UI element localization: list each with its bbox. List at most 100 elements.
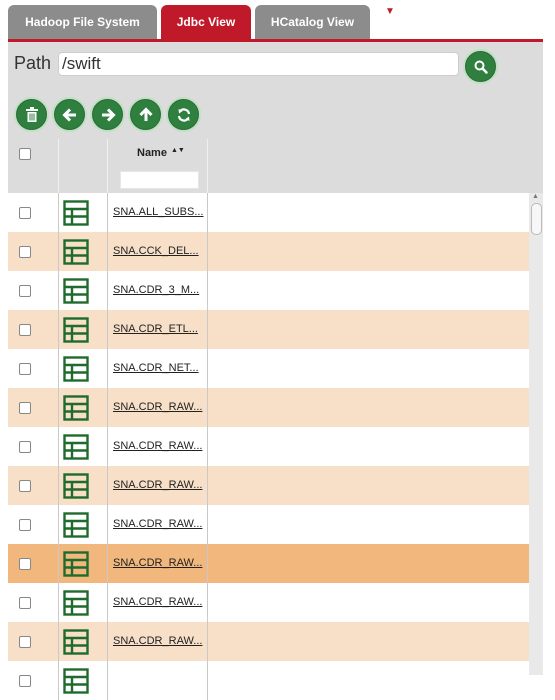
row-name-cell: SNA.CDR_RAW... (108, 583, 208, 622)
row-checkbox[interactable] (19, 441, 31, 453)
refresh-button[interactable] (166, 97, 201, 132)
table-name-link[interactable]: SNA.CDR_RAW... (113, 518, 205, 530)
table-header: Name ▲▼ (8, 139, 543, 193)
path-label: Path (14, 53, 52, 73)
row-name-cell: SNA.CDR_3_M... (108, 271, 208, 310)
row-icon-cell (58, 193, 108, 232)
sort-icon[interactable]: ▲▼ (171, 147, 185, 154)
table-icon (63, 239, 89, 265)
table-icon (63, 317, 89, 343)
row-icon-cell (58, 388, 108, 427)
row-checkbox[interactable] (19, 675, 31, 687)
table-row[interactable]: SNA.CDR_RAW... (8, 466, 529, 505)
row-checkbox-cell (8, 622, 59, 661)
search-icon (474, 60, 488, 74)
tab-hadoop-file-system[interactable]: Hadoop File System (8, 5, 157, 39)
delete-button[interactable] (14, 97, 49, 132)
table-name-link[interactable]: SNA.CDR_NET... (113, 362, 205, 374)
table-row[interactable]: SNA.ALL_SUBS... (8, 193, 529, 232)
row-checkbox-cell (8, 427, 59, 466)
table-icon (63, 356, 89, 382)
row-checkbox[interactable] (19, 480, 31, 492)
row-name-cell: SNA.ALL_SUBS... (108, 193, 208, 232)
row-icon-cell (58, 427, 108, 466)
tab-label: Hadoop File System (25, 15, 140, 29)
row-icon-cell (58, 466, 108, 505)
refresh-icon (177, 107, 190, 122)
row-checkbox[interactable] (19, 207, 31, 219)
row-name-cell: SNA.CDR_RAW... (108, 427, 208, 466)
tab-menu-dropdown-icon[interactable]: ▼ (385, 6, 395, 17)
tab-label: HCatalog View (270, 15, 355, 29)
table-name-link[interactable]: SNA.CDR_RAW... (113, 635, 205, 647)
forward-button[interactable] (90, 97, 125, 132)
table-icon (63, 668, 89, 694)
table-row[interactable]: SNA.CDR_RAW... (8, 583, 529, 622)
back-button[interactable] (52, 97, 87, 132)
row-checkbox[interactable] (19, 558, 31, 570)
table-icon (63, 278, 89, 304)
row-checkbox-cell (8, 349, 59, 388)
row-icon-cell (58, 622, 108, 661)
row-checkbox-cell (8, 505, 59, 544)
select-all-checkbox[interactable] (19, 148, 31, 160)
table-name-link[interactable]: SNA.ALL_SUBS... (113, 206, 205, 218)
row-checkbox[interactable] (19, 402, 31, 414)
table-name-link[interactable]: SNA.CDR_RAW... (113, 557, 205, 569)
table-icon (63, 512, 89, 538)
scrollbar-thumb[interactable] (531, 203, 542, 235)
table-row[interactable]: SNA.CDR_RAW... (8, 388, 529, 427)
table-icon (63, 434, 89, 460)
table-row[interactable]: SNA.CDR_RAW... (8, 544, 529, 583)
row-checkbox[interactable] (19, 519, 31, 531)
table-row[interactable]: SNA.CDR_RAW... (8, 622, 529, 661)
table-icon (63, 629, 89, 655)
name-filter-input[interactable] (120, 171, 199, 189)
trash-icon (25, 106, 38, 122)
row-checkbox-cell (8, 661, 59, 700)
table-name-link[interactable]: SNA.CDR_RAW... (113, 401, 205, 413)
row-icon-cell (58, 271, 108, 310)
row-checkbox[interactable] (19, 285, 31, 297)
row-name-cell: SNA.CCK_DEL... (108, 232, 208, 271)
row-checkbox[interactable] (19, 246, 31, 258)
row-checkbox-cell (8, 271, 59, 310)
table-icon (63, 551, 89, 577)
table-name-link[interactable]: SNA.CCK_DEL... (113, 245, 205, 257)
table-name-link[interactable]: SNA.CDR_RAW... (113, 440, 205, 452)
table-icon (63, 200, 89, 226)
row-checkbox[interactable] (19, 597, 31, 609)
up-button[interactable] (128, 97, 163, 132)
row-icon-cell (58, 544, 108, 583)
row-name-cell: SNA.CDR_RAW... (108, 505, 208, 544)
table-icon (63, 395, 89, 421)
table-name-link[interactable]: SNA.CDR_ETL... (113, 323, 205, 335)
table-row[interactable]: SNA.CDR_RAW... (8, 427, 529, 466)
row-icon-cell (58, 661, 108, 700)
table-name-link[interactable]: SNA.CDR_RAW... (113, 596, 205, 608)
table-row[interactable]: SNA.CDR_NET... (8, 349, 529, 388)
row-checkbox-cell (8, 232, 59, 271)
table-name-link[interactable]: SNA.CDR_RAW... (113, 479, 205, 491)
name-column-header[interactable]: Name (137, 147, 167, 159)
go-search-button[interactable] (463, 49, 498, 84)
table-row[interactable]: SNA.CDR_3_M... (8, 271, 529, 310)
arrow-up-icon (138, 106, 153, 121)
table-row[interactable] (8, 661, 529, 700)
table-row[interactable]: SNA.CDR_ETL... (8, 310, 529, 349)
row-checkbox[interactable] (19, 636, 31, 648)
table-name-link[interactable]: SNA.CDR_3_M... (113, 284, 205, 296)
row-icon-cell (58, 232, 108, 271)
scroll-up-icon[interactable]: ▲ (532, 193, 539, 200)
row-checkbox-cell (8, 583, 59, 622)
path-input[interactable]: /swift (58, 52, 459, 76)
row-checkbox[interactable] (19, 363, 31, 375)
row-icon-cell (58, 583, 108, 622)
row-checkbox[interactable] (19, 324, 31, 336)
table-row[interactable]: SNA.CCK_DEL... (8, 232, 529, 271)
vertical-scrollbar[interactable]: ▲ (529, 193, 543, 675)
tab-hcatalog-view[interactable]: HCatalog View (255, 5, 370, 39)
tab-jdbc-view[interactable]: Jdbc View (161, 5, 251, 39)
arrow-left-icon (61, 107, 76, 122)
table-row[interactable]: SNA.CDR_RAW... (8, 505, 529, 544)
